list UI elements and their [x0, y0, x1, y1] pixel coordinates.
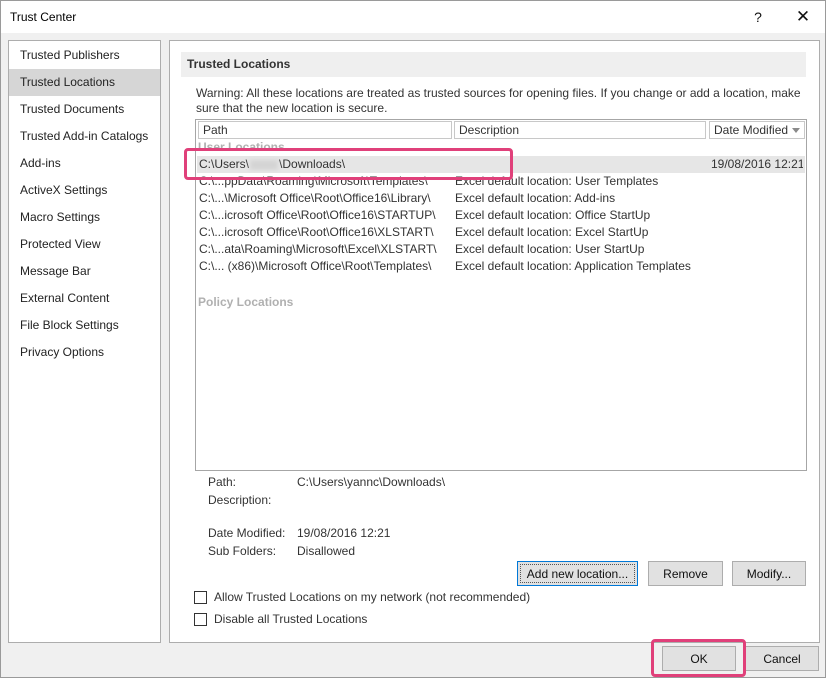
sidebar-item-protected-view[interactable]: Protected View: [9, 231, 160, 258]
redacted-username: [250, 159, 279, 170]
sidebar-item-privacy-options[interactable]: Privacy Options: [9, 339, 160, 366]
table-row[interactable]: C:\...ata\Roaming\Microsoft\Excel\XLSTAR…: [197, 241, 805, 258]
detail-subfolders-value: Disallowed: [297, 544, 356, 558]
detail-subfolders-label: Sub Folders:: [208, 544, 277, 558]
column-header-path[interactable]: Path: [198, 121, 452, 139]
sidebar: Trusted Publishers Trusted Locations Tru…: [8, 40, 161, 643]
disable-all-checkbox-row[interactable]: Disable all Trusted Locations: [194, 611, 367, 627]
close-button[interactable]: ✕: [787, 5, 819, 29]
allow-network-label: Allow Trusted Locations on my network (n…: [214, 590, 531, 604]
modify-button[interactable]: Modify...: [732, 561, 806, 586]
table-row[interactable]: C:\...icrosoft Office\Root\Office16\STAR…: [197, 207, 805, 224]
row-path: C:\Users\ \Downloads\: [199, 156, 447, 173]
sidebar-item-add-ins[interactable]: Add-ins: [9, 150, 160, 177]
window-title: Trust Center: [10, 10, 77, 24]
section-title: Trusted Locations: [181, 52, 806, 77]
detail-date-value: 19/08/2016 12:21: [297, 526, 391, 540]
group-label-policy-locations: Policy Locations: [198, 295, 294, 309]
sidebar-item-macro-settings[interactable]: Macro Settings: [9, 204, 160, 231]
trust-center-dialog: Trust Center ? ✕ Trusted Publishers Trus…: [0, 0, 826, 678]
row-description: Excel default location: Office StartUp: [455, 208, 651, 222]
sidebar-item-external-content[interactable]: External Content: [9, 285, 160, 312]
row-description: Excel default location: Excel StartUp: [455, 225, 649, 239]
row-path: C:\... (x86)\Microsoft Office\Root\Templ…: [199, 259, 432, 273]
row-date: 19/08/2016 12:21: [711, 157, 803, 171]
table-row[interactable]: C:\Users\ \Downloads\ 19/08/2016 12:21: [197, 156, 805, 173]
table-row[interactable]: C:\...ppData\Roaming\Microsoft\Templates…: [197, 173, 805, 190]
path-suffix: \Downloads\: [279, 157, 346, 171]
main-panel: Trusted Locations Warning: All these loc…: [169, 40, 820, 643]
sidebar-item-message-bar[interactable]: Message Bar: [9, 258, 160, 285]
path-prefix: C:\Users\: [199, 157, 250, 171]
row-path: C:\...icrosoft Office\Root\Office16\XLST…: [199, 225, 434, 239]
cancel-button[interactable]: Cancel: [745, 646, 819, 671]
detail-path-label: Path:: [208, 475, 237, 489]
warning-text: Warning: All these locations are treated…: [196, 86, 801, 115]
detail-date-label: Date Modified:: [208, 526, 286, 540]
sidebar-item-trusted-add-in-catalogs[interactable]: Trusted Add-in Catalogs: [9, 123, 160, 150]
column-header-date-modified[interactable]: Date Modified: [709, 121, 805, 139]
title-bar: Trust Center ? ✕: [1, 1, 825, 33]
sidebar-item-file-block-settings[interactable]: File Block Settings: [9, 312, 160, 339]
sidebar-item-trusted-publishers[interactable]: Trusted Publishers: [9, 42, 160, 69]
add-new-location-button[interactable]: Add new location...: [517, 561, 638, 586]
sidebar-item-activex-settings[interactable]: ActiveX Settings: [9, 177, 160, 204]
allow-network-checkbox-row[interactable]: Allow Trusted Locations on my network (n…: [194, 589, 530, 605]
trusted-locations-list[interactable]: Path Description Date Modified User Loca…: [195, 119, 807, 471]
remove-button[interactable]: Remove: [648, 561, 723, 586]
row-description: Excel default location: User Templates: [455, 174, 659, 188]
table-row[interactable]: C:\... (x86)\Microsoft Office\Root\Templ…: [197, 258, 805, 275]
ok-button[interactable]: OK: [662, 646, 736, 671]
sidebar-item-trusted-locations[interactable]: Trusted Locations: [9, 69, 160, 96]
row-path: C:\...\Microsoft Office\Root\Office16\Li…: [199, 191, 431, 205]
sort-down-icon: [792, 128, 800, 133]
row-path: C:\...ppData\Roaming\Microsoft\Templates…: [199, 174, 428, 188]
disable-all-label: Disable all Trusted Locations: [214, 612, 368, 626]
group-label-user-locations: User Locations: [198, 140, 285, 154]
row-description: Excel default location: User StartUp: [455, 242, 645, 256]
row-path: C:\...icrosoft Office\Root\Office16\STAR…: [199, 208, 436, 222]
table-row[interactable]: C:\...icrosoft Office\Root\Office16\XLST…: [197, 224, 805, 241]
row-description: Excel default location: Add-ins: [455, 191, 616, 205]
detail-path-value: C:\Users\yannc\Downloads\: [297, 475, 446, 489]
detail-description-label: Description:: [208, 493, 272, 507]
row-description: Excel default location: Application Temp…: [455, 259, 691, 273]
row-path: C:\...ata\Roaming\Microsoft\Excel\XLSTAR…: [199, 242, 437, 256]
help-button[interactable]: ?: [742, 5, 774, 29]
disable-all-checkbox[interactable]: [194, 612, 207, 626]
column-header-description[interactable]: Description: [454, 121, 706, 139]
allow-network-checkbox[interactable]: [194, 590, 207, 604]
table-row[interactable]: C:\...\Microsoft Office\Root\Office16\Li…: [197, 190, 805, 207]
column-header-date-label: Date Modified: [714, 123, 789, 137]
sidebar-item-trusted-documents[interactable]: Trusted Documents: [9, 96, 160, 123]
